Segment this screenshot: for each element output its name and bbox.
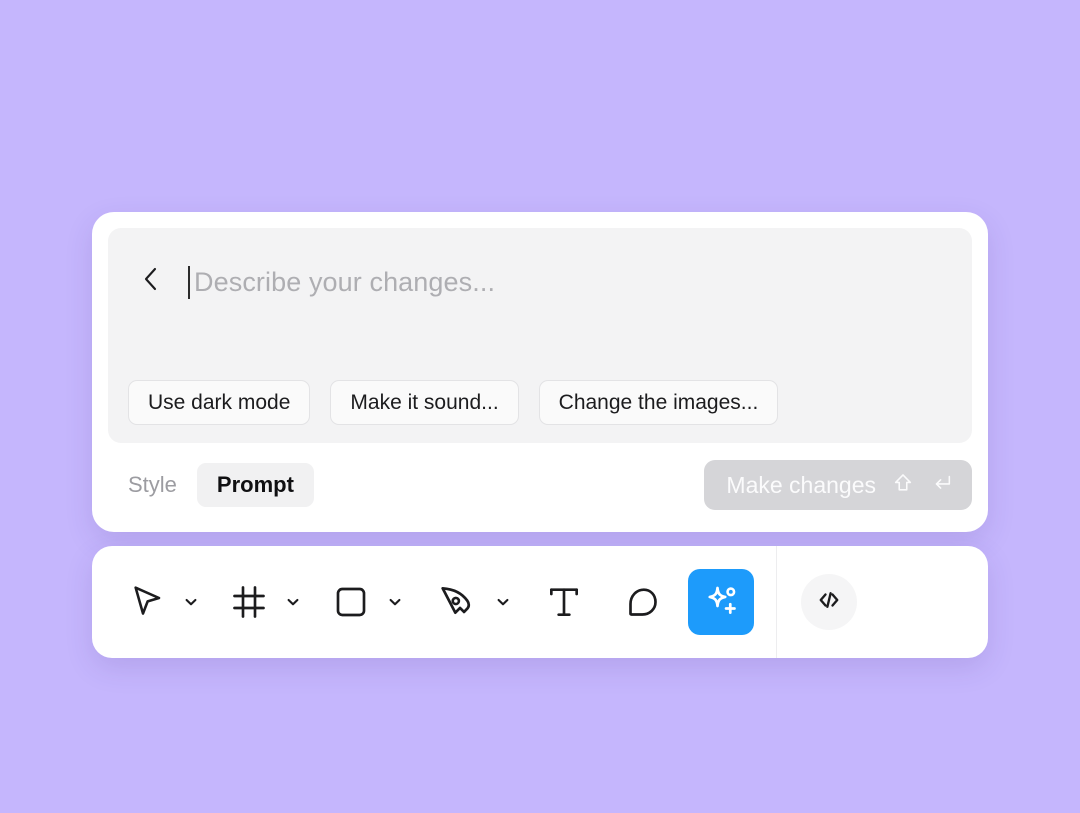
suggestion-chip-list: Use dark mode Make it sound... Change th… [128, 380, 779, 425]
enter-key-icon [930, 472, 954, 499]
frame-tool-chevron-down-icon[interactable] [278, 573, 308, 631]
code-brackets-icon [814, 585, 844, 620]
tab-prompt[interactable]: Prompt [196, 463, 314, 507]
move-tool-chevron-down-icon[interactable] [176, 573, 206, 631]
shift-key-icon [892, 472, 914, 499]
ai-prompt-card: Describe your changes... Use dark mode M… [92, 212, 988, 532]
pen-tool-chevron-down-icon[interactable] [488, 573, 518, 631]
figma-toolbar [92, 546, 988, 658]
make-changes-button[interactable]: Make changes [704, 460, 972, 510]
suggestion-chip-make-it-sound[interactable]: Make it sound... [330, 380, 519, 425]
suggestion-chip-change-the-images[interactable]: Change the images... [538, 380, 779, 425]
chevron-left-icon[interactable] [138, 264, 164, 294]
text-tool[interactable] [532, 573, 596, 631]
prompt-placeholder: Describe your changes... [194, 266, 496, 297]
shape-tool-chevron-down-icon[interactable] [380, 573, 410, 631]
ai-tool[interactable] [688, 569, 754, 635]
move-tool[interactable] [118, 573, 176, 631]
frame-tool[interactable] [220, 573, 278, 631]
make-changes-label: Make changes [726, 471, 876, 498]
dev-mode-button[interactable] [801, 574, 857, 630]
tab-style-label: Style [128, 472, 177, 497]
toolbar-divider [776, 546, 777, 658]
suggestion-chip-label: Use dark mode [148, 390, 291, 414]
comment-tool[interactable] [610, 573, 674, 631]
suggestion-chip-label: Make it sound... [350, 390, 499, 414]
tool-group [92, 546, 754, 658]
pen-tool[interactable] [424, 573, 488, 631]
tab-style[interactable]: Style [108, 463, 197, 507]
shape-tool[interactable] [322, 573, 380, 631]
prompt-input[interactable]: Describe your changes... [188, 262, 495, 302]
suggestion-chip-label: Change the images... [558, 390, 759, 414]
prompt-input-panel[interactable]: Describe your changes... Use dark mode M… [108, 228, 972, 443]
tab-prompt-label: Prompt [216, 472, 294, 497]
ai-card-footer: Style Prompt Make changes [108, 457, 972, 513]
suggestion-chip-use-dark-mode[interactable]: Use dark mode [128, 380, 311, 425]
text-caret [188, 265, 190, 299]
